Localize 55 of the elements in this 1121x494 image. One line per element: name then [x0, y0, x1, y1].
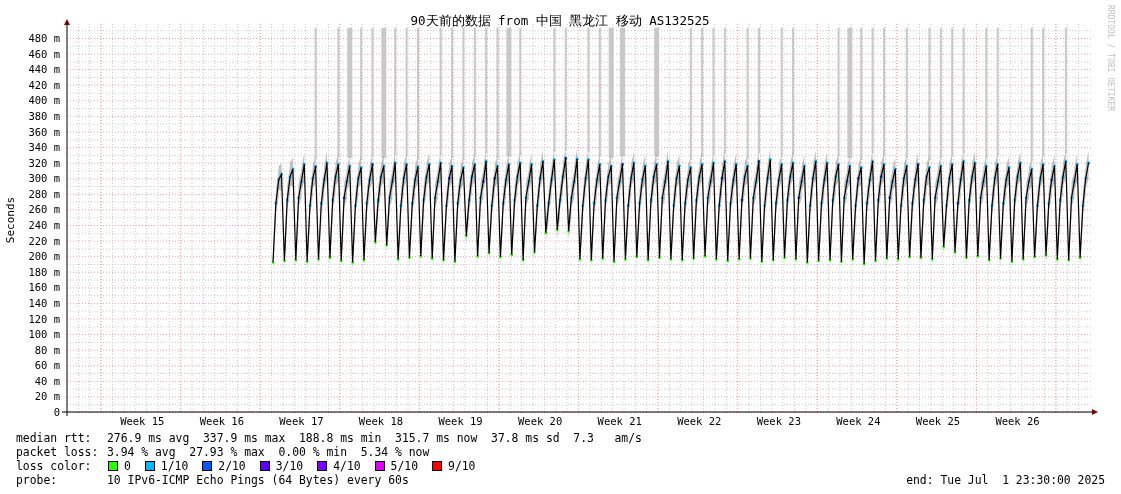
y-tick-label: 360 m [28, 125, 60, 138]
y-tick-label: 60 m [34, 359, 60, 372]
x-tick-label: Week 25 [915, 415, 961, 427]
side-label: RRDTOOL / TOBI OETIKER [1106, 5, 1115, 111]
x-tick-label: Week 19 [438, 415, 483, 427]
y-tick-label: 200 m [28, 250, 60, 263]
y-tick-label: 440 m [28, 63, 60, 76]
y-tick-label: 180 m [28, 265, 60, 278]
y-tick-label: 80 m [34, 343, 60, 356]
end-time: end: Tue Jul 1 23:30:00 2025 [906, 473, 1105, 487]
y-tick-label: 460 m [28, 47, 60, 60]
x-tick-label: Week 26 [995, 415, 1040, 427]
x-tick-label: Week 23 [756, 415, 801, 427]
x-tick-label: Week 24 [836, 415, 881, 427]
legend-label: 5/10 [390, 459, 419, 473]
y-tick-label: 280 m [28, 187, 60, 200]
x-tick-label: Week 15 [120, 415, 165, 427]
y-tick-label: 320 m [28, 156, 60, 169]
y-tick-label: 140 m [28, 296, 60, 309]
legend-label: 0 [124, 459, 131, 473]
y-tick-label: 20 m [34, 390, 60, 403]
x-tick-label: Week 20 [518, 415, 563, 427]
legend-label: 9/10 [448, 459, 476, 473]
y-tick-label: 420 m [28, 78, 60, 91]
stat-label: packet loss: [16, 445, 100, 459]
probe-description: 10 IPv6-ICMP Echo Pings (64 Bytes) every 60s [107, 473, 409, 487]
y-tick-label: 260 m [28, 203, 60, 216]
legend-label: 3/10 [275, 459, 304, 473]
y-tick-label: 240 m [28, 219, 60, 231]
y-tick-label: 120 m [28, 312, 60, 325]
y-tick-label: 400 m [28, 94, 60, 107]
y-tick-label: 0 [53, 406, 60, 418]
stat-values: 276.9 ms avg 337.9 ms max 188.8 ms min 315.7 ms now 37.8 ms sd 7.3 am/s [107, 431, 642, 445]
axis-title: Seconds [4, 196, 17, 244]
chart-title: 90天前的数据 from 中国 黑龙江 移动 AS132525 [410, 13, 710, 28]
y-tick-label: 100 m [28, 328, 60, 341]
legend-label: 2/10 [218, 459, 246, 473]
x-tick-label: Week 17 [279, 415, 324, 427]
y-tick-label: 380 m [28, 109, 60, 122]
x-tick-label: Week 22 [677, 415, 722, 427]
stat-label: probe: [16, 473, 59, 487]
legend-label: 1/10 [160, 459, 189, 473]
stat-values: 3.94 % avg 27.93 % max 0.00 % min 5.34 % now [107, 445, 430, 459]
y-tick-label: 220 m [28, 234, 60, 247]
y-tick-label: 480 m [28, 32, 60, 44]
x-tick-label: Week 21 [597, 415, 642, 427]
x-tick-label: Week 16 [199, 415, 244, 427]
y-tick-label: 340 m [28, 141, 60, 154]
stat-label: loss color: [16, 459, 93, 473]
legend-label: 4/10 [333, 459, 361, 473]
y-tick-label: 40 m [34, 374, 60, 387]
y-tick-label: 300 m [28, 172, 60, 185]
x-tick-label: Week 18 [358, 415, 404, 427]
y-tick-label: 160 m [28, 281, 60, 294]
stat-label: median rtt: [16, 431, 93, 445]
